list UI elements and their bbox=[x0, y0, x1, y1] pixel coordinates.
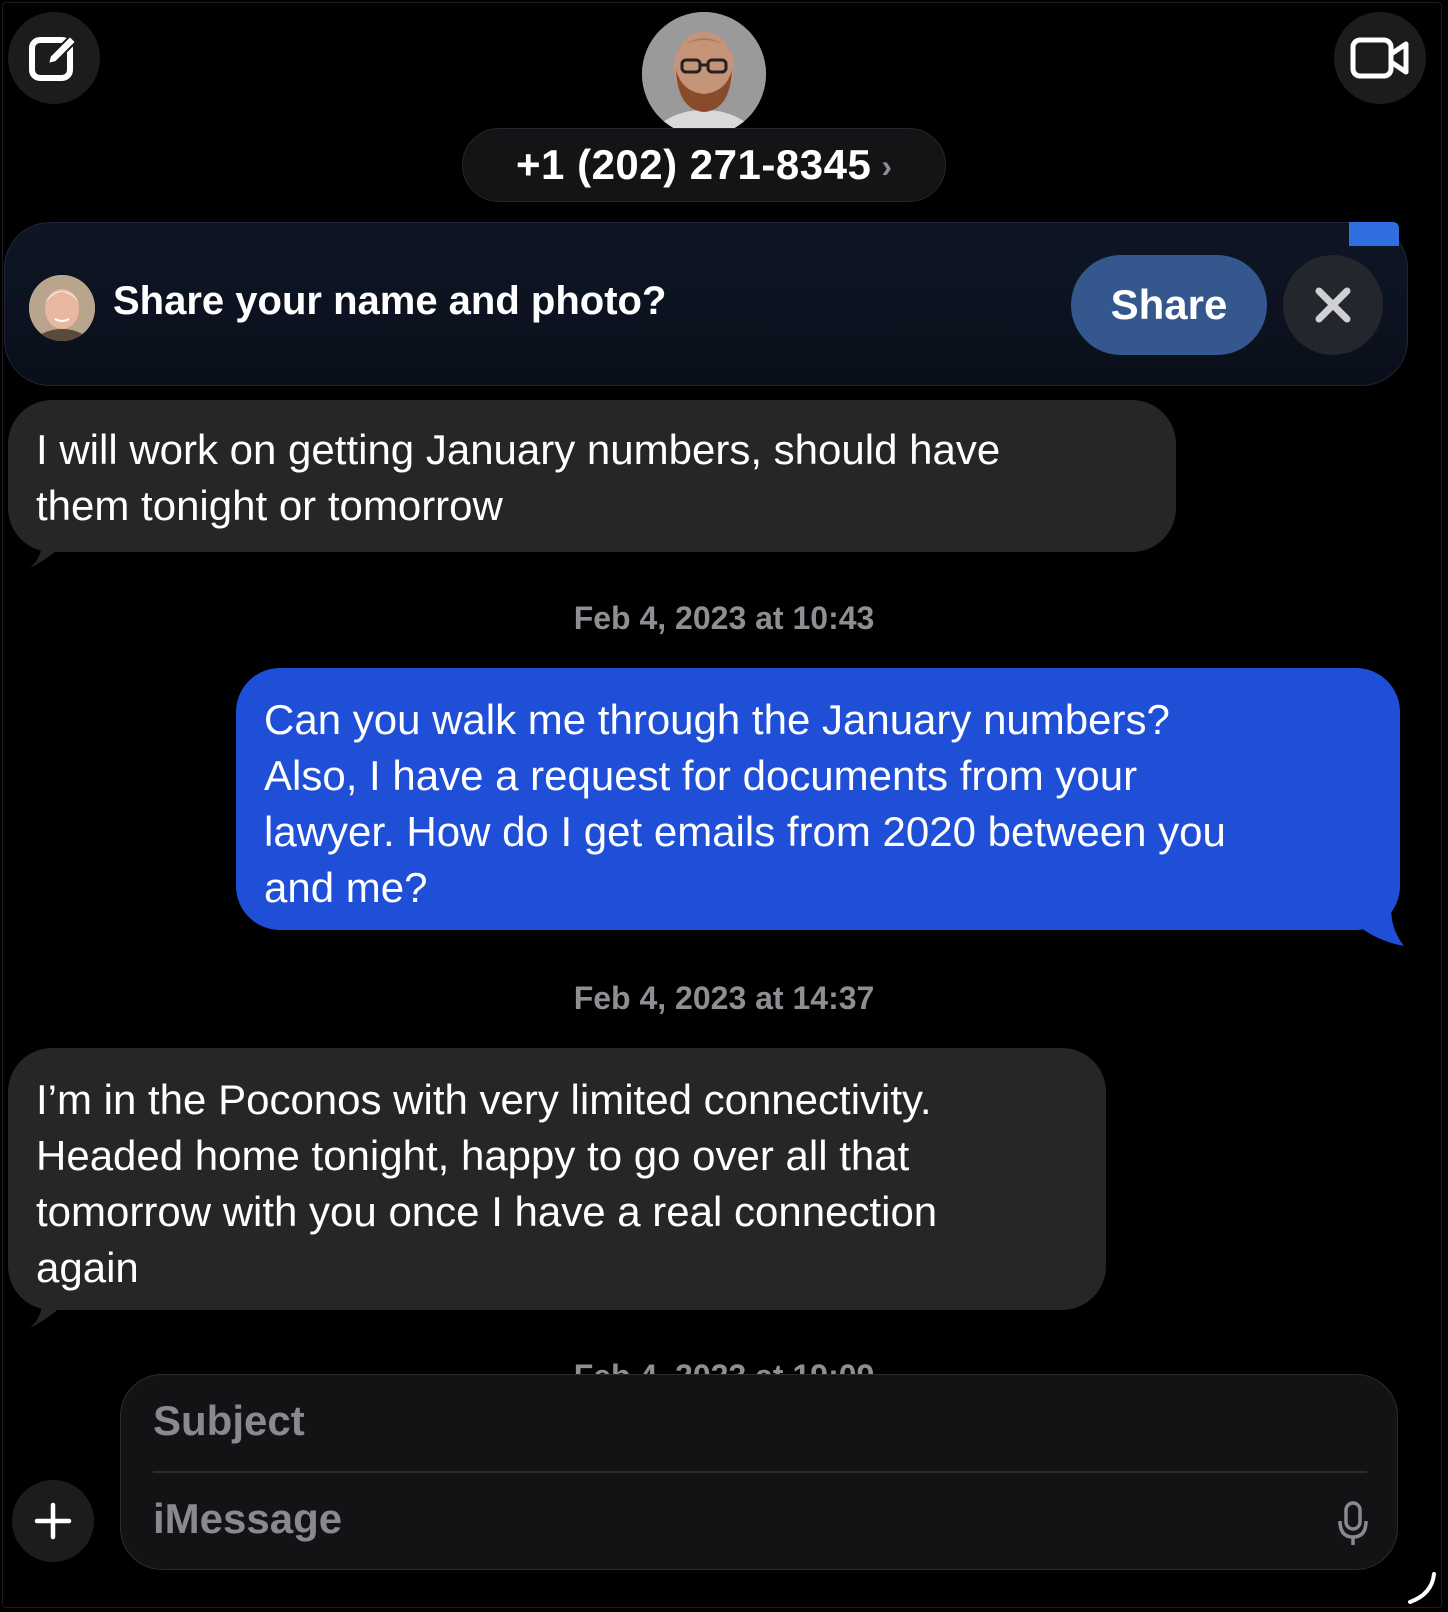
contact-number: +1 (202) 271-8345 bbox=[516, 141, 872, 188]
compose-button[interactable] bbox=[8, 12, 100, 104]
message-text: Can you walk me through the January numb… bbox=[264, 696, 1226, 911]
message-text: I’m in the Poconos with very limited con… bbox=[36, 1076, 938, 1291]
message-timestamp: Feb 4, 2023 at 10:43 bbox=[573, 600, 875, 636]
message-composer bbox=[120, 1374, 1398, 1570]
contact-name-pill[interactable]: +1 (202) 271-8345 › bbox=[462, 128, 946, 202]
person-photo-icon bbox=[642, 12, 766, 136]
resize-handle-icon[interactable] bbox=[1404, 1570, 1440, 1606]
close-banner-button[interactable] bbox=[1283, 255, 1383, 355]
imessage-input[interactable] bbox=[153, 1495, 1253, 1543]
close-icon bbox=[1315, 287, 1351, 323]
share-name-photo-banner: Share your name and photo? Share bbox=[4, 222, 1408, 386]
composer-divider bbox=[153, 1471, 1367, 1473]
video-call-button[interactable] bbox=[1334, 12, 1426, 104]
subject-input[interactable] bbox=[153, 1397, 1253, 1445]
apps-plus-button[interactable] bbox=[12, 1480, 94, 1562]
banner-accent bbox=[1349, 222, 1399, 246]
message-text: I will work on getting January numbers, … bbox=[36, 426, 1001, 529]
plus-icon bbox=[34, 1502, 72, 1540]
chevron-right-icon: › bbox=[881, 147, 892, 184]
message-timestamp: Feb 4, 2023 at 14:37 bbox=[573, 980, 875, 1016]
share-prompt-text: Share your name and photo? bbox=[113, 279, 667, 323]
video-camera-icon bbox=[1350, 37, 1409, 79]
message-timestamp-partial: Feb 4, 2023 at 19:09 bbox=[0, 1362, 1448, 1374]
message-bubble-incoming[interactable]: I’m in the Poconos with very limited con… bbox=[8, 1048, 1106, 1310]
person-photo-icon bbox=[29, 275, 95, 341]
message-bubble-outgoing[interactable]: Can you walk me through the January numb… bbox=[236, 668, 1400, 930]
my-avatar bbox=[29, 275, 95, 341]
contact-avatar[interactable] bbox=[642, 12, 766, 136]
share-button[interactable]: Share bbox=[1071, 255, 1267, 355]
message-bubble-incoming[interactable]: I will work on getting January numbers, … bbox=[8, 400, 1176, 552]
compose-icon bbox=[29, 34, 78, 81]
microphone-icon[interactable] bbox=[1337, 1501, 1369, 1547]
